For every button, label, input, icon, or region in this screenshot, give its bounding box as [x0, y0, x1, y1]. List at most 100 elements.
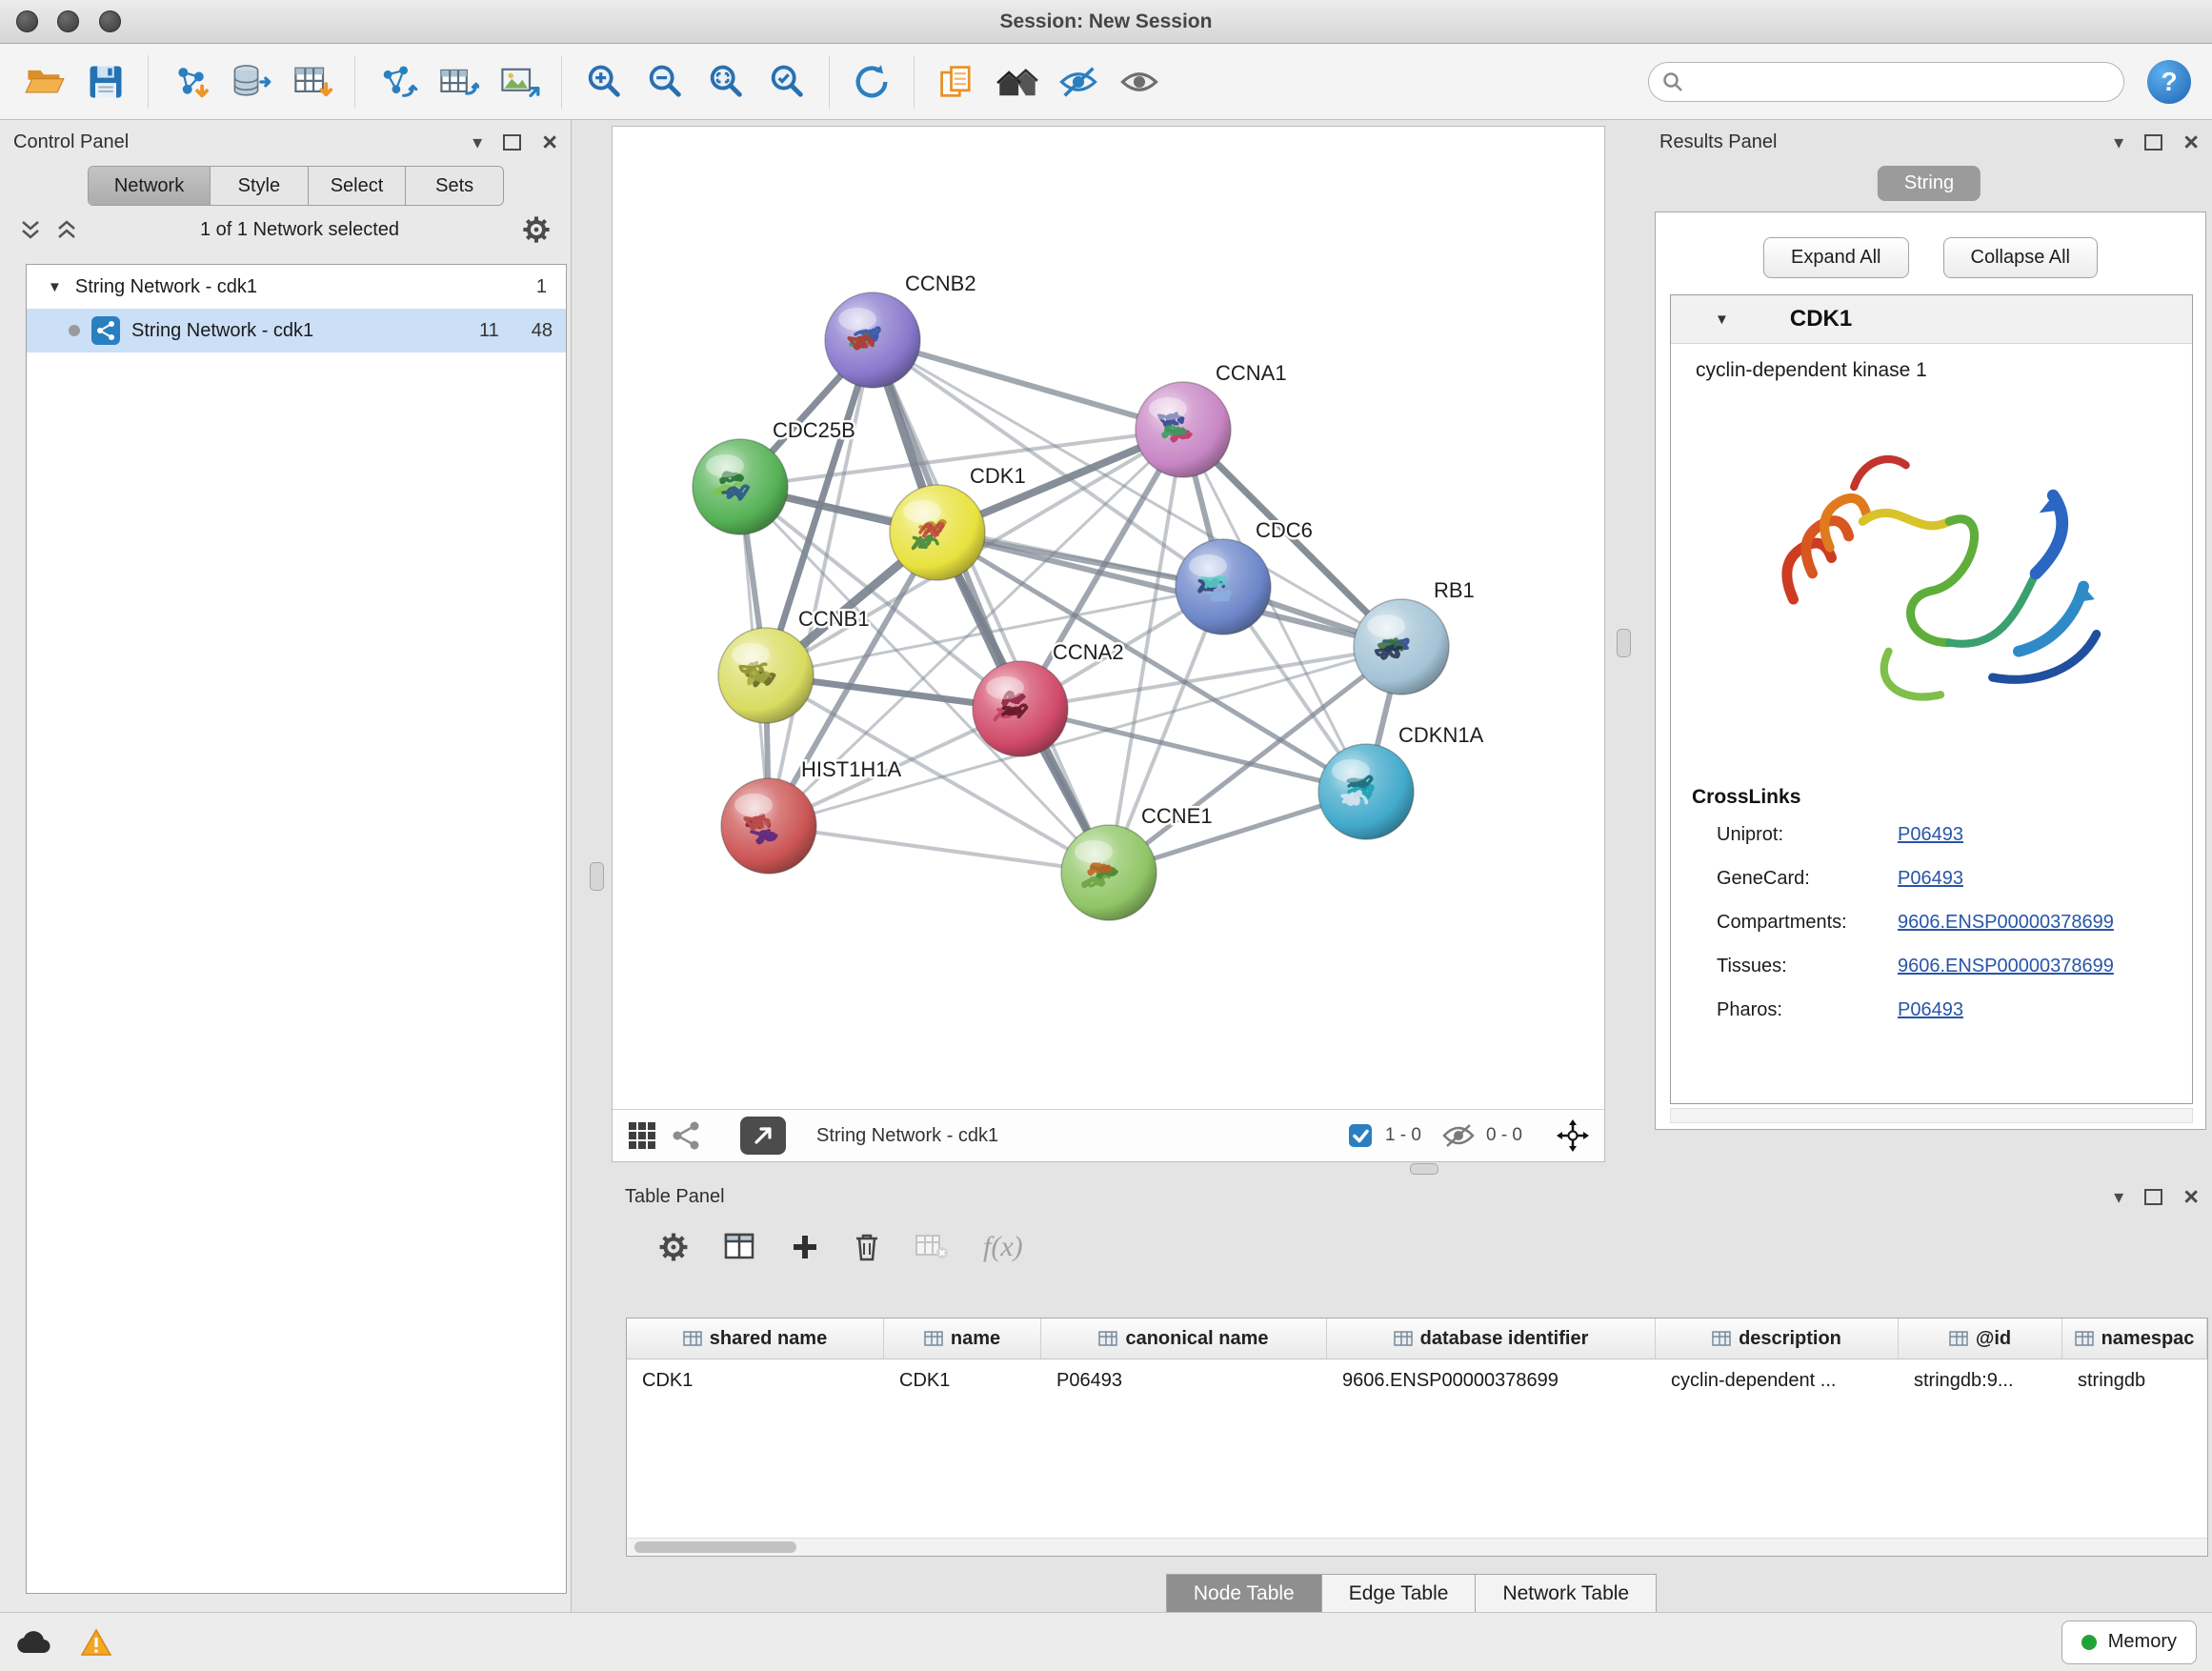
column-header[interactable]: namespac — [2062, 1319, 2207, 1359]
zoom-out-button[interactable] — [637, 51, 693, 112]
help-button[interactable]: ? — [2147, 60, 2191, 104]
network-tools-button[interactable] — [370, 51, 425, 112]
collapse-all-button[interactable]: Collapse All — [1943, 237, 2099, 278]
show-panel-button[interactable] — [1112, 51, 1167, 112]
svg-text:RB1: RB1 — [1434, 578, 1475, 602]
share-view-icon[interactable] — [672, 1121, 700, 1150]
network-node-CCNA1[interactable]: CCNA1 — [1136, 361, 1287, 477]
memory-status-dot — [2081, 1635, 2097, 1650]
table-horizontal-scrollbar[interactable] — [627, 1538, 2207, 1556]
tab-node-table[interactable]: Node Table — [1166, 1574, 1322, 1614]
column-header[interactable]: shared name — [627, 1319, 884, 1359]
expand-all-button[interactable]: Expand All — [1763, 237, 1909, 278]
bottom-splitter-handle[interactable] — [1410, 1163, 1438, 1175]
panel-close-icon[interactable]: × — [542, 132, 557, 151]
add-column-icon[interactable] — [791, 1233, 819, 1261]
network-row[interactable]: String Network - cdk1 11 48 — [27, 309, 566, 352]
disclosure-triangle-icon[interactable]: ▼ — [1715, 312, 1729, 328]
copy-button[interactable] — [929, 51, 984, 112]
delete-column-icon[interactable] — [854, 1232, 880, 1262]
svg-text:HIST1H1A: HIST1H1A — [801, 757, 901, 781]
panel-menu-icon[interactable]: ▾ — [473, 131, 482, 154]
crosslink-row: Uniprot: P06493 — [1692, 813, 2192, 856]
open-folder-icon — [24, 61, 66, 103]
export-image-button[interactable] — [492, 51, 547, 112]
table-cell: P06493 — [1041, 1359, 1327, 1401]
network-graph[interactable]: CCNB2CCNA1CDC25BCDK1CDC6RB1CCNB1CCNA2CDK… — [613, 127, 1604, 1109]
panel-float-icon[interactable] — [2144, 1189, 2162, 1205]
protein-entry-header[interactable]: ▼ CDK1 — [1671, 295, 2192, 344]
warning-icon[interactable] — [80, 1628, 112, 1657]
gear-icon[interactable] — [521, 214, 552, 245]
crosslink-link[interactable]: 9606.ENSP00000378699 — [1898, 956, 2114, 977]
search-input[interactable] — [1693, 70, 2110, 93]
current-network-dot-icon — [69, 325, 80, 336]
expand-all-icon[interactable] — [55, 219, 78, 240]
crosslink-row: Pharos: P06493 — [1692, 988, 2192, 1032]
tab-sets[interactable]: Sets — [406, 167, 503, 205]
network-node-RB1[interactable]: RB1 — [1354, 578, 1475, 695]
tab-string[interactable]: String — [1878, 166, 1981, 201]
network-icon — [91, 316, 120, 345]
import-network-from-database-button[interactable] — [224, 51, 279, 112]
pan-crosshair-icon[interactable] — [1557, 1119, 1589, 1152]
save-session-button[interactable] — [78, 51, 133, 112]
zoom-selected-button[interactable] — [759, 51, 814, 112]
crosslink-row: Tissues: 9606.ENSP00000378699 — [1692, 944, 2192, 988]
network-node-CCNB2[interactable]: CCNB2 — [825, 272, 976, 388]
left-splitter-handle[interactable] — [590, 862, 604, 891]
panel-close-icon[interactable]: × — [2183, 1187, 2199, 1206]
open-session-button[interactable] — [17, 51, 72, 112]
tab-edge-table[interactable]: Edge Table — [1321, 1574, 1477, 1614]
show-columns-icon[interactable] — [724, 1233, 756, 1261]
cloud-icon[interactable] — [15, 1630, 51, 1655]
network-node-CCNB1[interactable]: CCNB1 — [718, 607, 870, 723]
network-node-CDK1[interactable]: CDK1 — [890, 464, 1026, 580]
open-in-new-window-button[interactable] — [740, 1117, 786, 1155]
memory-button[interactable]: Memory — [2061, 1621, 2197, 1664]
column-header[interactable]: canonical name — [1041, 1319, 1327, 1359]
disclosure-triangle-icon[interactable]: ▼ — [48, 279, 62, 295]
grid-view-icon[interactable] — [628, 1121, 656, 1150]
export-table-button[interactable] — [431, 51, 486, 112]
crosslink-link[interactable]: P06493 — [1898, 999, 1963, 1021]
column-header[interactable]: description — [1656, 1319, 1899, 1359]
import-network-from-file-button[interactable] — [163, 51, 218, 112]
panel-close-icon[interactable]: × — [2183, 132, 2199, 151]
external-arrow-icon — [751, 1123, 775, 1148]
network-node-CDKN1A[interactable]: CDKN1A — [1318, 723, 1484, 839]
selected-checkbox-icon[interactable] — [1347, 1122, 1374, 1149]
zoom-fit-button[interactable] — [698, 51, 754, 112]
import-table-button[interactable] — [285, 51, 340, 112]
refresh-layout-button[interactable] — [844, 51, 899, 112]
tab-network-table[interactable]: Network Table — [1475, 1574, 1657, 1614]
hidden-eye-slash-icon[interactable] — [1442, 1123, 1475, 1148]
crosslink-link[interactable]: P06493 — [1898, 824, 1963, 846]
column-header[interactable]: name — [884, 1319, 1041, 1359]
panel-menu-icon[interactable]: ▾ — [2114, 1185, 2123, 1209]
panel-menu-icon[interactable]: ▾ — [2114, 131, 2123, 154]
right-splitter-handle[interactable] — [1617, 629, 1631, 657]
results-horizontal-scrollbar[interactable] — [1670, 1108, 2193, 1123]
table-row[interactable]: CDK1 CDK1 P06493 9606.ENSP00000378699 cy… — [627, 1359, 2207, 1401]
zoom-in-button[interactable] — [576, 51, 632, 112]
home-button[interactable] — [990, 51, 1045, 112]
network-canvas[interactable]: CCNB2CCNA1CDC25BCDK1CDC6RB1CCNB1CCNA2CDK… — [613, 127, 1604, 1109]
function-builder-button[interactable]: f(x) — [983, 1231, 1023, 1263]
gear-icon[interactable] — [657, 1231, 690, 1263]
network-collection-row[interactable]: ▼ String Network - cdk1 1 — [27, 265, 566, 309]
column-header[interactable]: @id — [1899, 1319, 2062, 1359]
column-header[interactable]: database identifier — [1327, 1319, 1656, 1359]
network-node-HIST1H1A[interactable]: HIST1H1A — [721, 757, 901, 874]
crosslink-link[interactable]: 9606.ENSP00000378699 — [1898, 912, 2114, 934]
collapse-all-icon[interactable] — [19, 219, 42, 240]
crosslink-link[interactable]: P06493 — [1898, 868, 1963, 890]
tab-select[interactable]: Select — [309, 167, 407, 205]
search-field[interactable] — [1648, 62, 2124, 102]
scrollbar-thumb[interactable] — [634, 1541, 796, 1553]
tab-style[interactable]: Style — [211, 167, 309, 205]
hide-panel-button[interactable] — [1051, 51, 1106, 112]
tab-network[interactable]: Network — [89, 167, 211, 205]
panel-float-icon[interactable] — [503, 134, 521, 151]
panel-float-icon[interactable] — [2144, 134, 2162, 151]
